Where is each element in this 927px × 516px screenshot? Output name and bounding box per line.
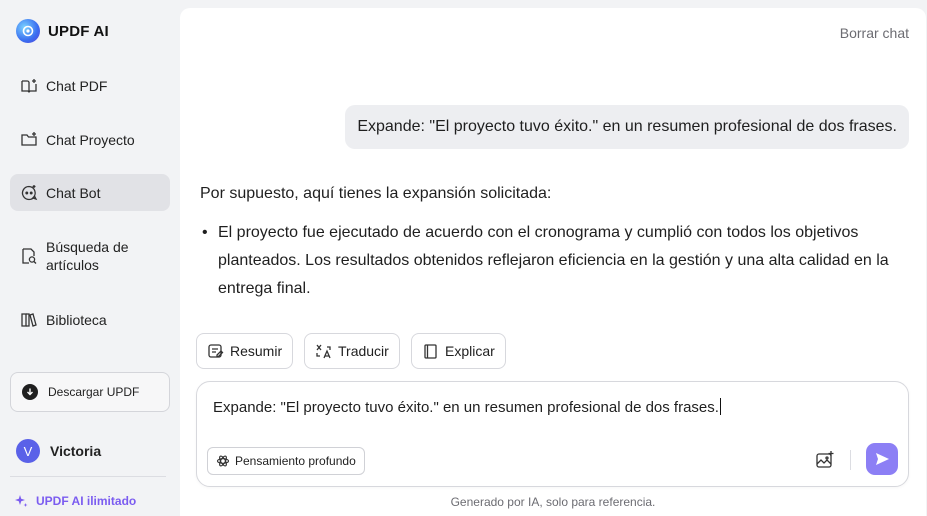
- deep-think-label: Pensamiento profundo: [235, 454, 356, 468]
- book-sparkle-icon: [21, 78, 37, 93]
- sidebar-divider: [10, 476, 166, 477]
- assistant-bullet: El proyecto fue ejecutado de acuerdo con…: [200, 219, 912, 303]
- ai-disclaimer: Generado por IA, solo para referencia.: [450, 495, 656, 509]
- deep-think-toggle[interactable]: Pensamiento profundo: [207, 447, 365, 475]
- updf-ai-logo-icon: [16, 19, 40, 43]
- explicar-button[interactable]: Explicar: [411, 333, 506, 369]
- avatar: V: [16, 439, 40, 463]
- download-icon: [22, 384, 38, 400]
- translate-icon: [316, 344, 331, 358]
- search-document-icon: [22, 248, 37, 264]
- folder-sparkle-icon: [21, 131, 37, 146]
- sidebar-item-label: Búsqueda de artículos: [46, 239, 129, 273]
- sidebar-item-label: Chat Bot: [46, 184, 101, 201]
- resumir-button[interactable]: Resumir: [196, 333, 294, 369]
- sidebar-item-chat-bot[interactable]: Chat Bot: [10, 174, 170, 211]
- summarize-icon: [208, 343, 224, 358]
- text-caret: [719, 398, 721, 415]
- sidebar: UPDF AI Chat PDF Chat Proyecto Chat Bot …: [0, 0, 180, 516]
- library-icon: [21, 312, 37, 327]
- user-account[interactable]: V Victoria: [16, 439, 101, 463]
- image-add-icon: [816, 451, 834, 468]
- user-message-bubble: Expande: "El proyecto tuvo éxito." en un…: [345, 105, 909, 149]
- message-input-value: Expande: "El proyecto tuvo éxito." en un…: [213, 399, 719, 416]
- download-label: Descargar UPDF: [48, 385, 140, 399]
- toolbar-divider: [850, 450, 851, 470]
- scroll-clip: [180, 308, 926, 318]
- send-icon: [876, 453, 889, 465]
- brand-name: UPDF AI: [48, 22, 109, 40]
- atom-icon: [216, 455, 230, 467]
- traducir-button[interactable]: Traducir: [304, 333, 400, 369]
- assistant-intro: Por supuesto, aquí tienes la expansión s…: [200, 185, 552, 202]
- chip-label: Explicar: [445, 343, 495, 359]
- sidebar-item-label: Chat PDF: [46, 77, 108, 94]
- sidebar-item-chat-proyecto[interactable]: Chat Proyecto: [10, 121, 170, 158]
- download-updf-button[interactable]: Descargar UPDF: [10, 372, 170, 412]
- bot-chat-icon: [21, 184, 38, 200]
- sidebar-item-label: Biblioteca: [46, 311, 107, 328]
- message-input[interactable]: Expande: "El proyecto tuvo éxito." en un…: [213, 398, 721, 416]
- send-button[interactable]: [866, 443, 898, 475]
- upgrade-label: UPDF AI ilimitado: [36, 494, 137, 508]
- image-upload-button[interactable]: [814, 449, 836, 471]
- chat-panel: Borrar chat Expande: "El proyecto tuvo é…: [180, 8, 926, 516]
- brand[interactable]: UPDF AI: [16, 19, 109, 43]
- user-name: Victoria: [50, 443, 102, 459]
- sidebar-item-chat-pdf[interactable]: Chat PDF: [10, 67, 170, 104]
- assistant-bullet-list: El proyecto fue ejecutado de acuerdo con…: [200, 219, 912, 303]
- sidebar-item-biblioteca[interactable]: Biblioteca: [10, 301, 170, 338]
- chip-label: Resumir: [230, 343, 283, 359]
- book-icon: [424, 343, 437, 359]
- upgrade-link[interactable]: UPDF AI ilimitado: [14, 494, 136, 508]
- sidebar-item-busqueda-articulos[interactable]: Búsqueda de artículos: [10, 234, 170, 278]
- message-composer[interactable]: Expande: "El proyecto tuvo éxito." en un…: [196, 381, 909, 487]
- sparkle-icon: [15, 495, 28, 507]
- clear-chat-button[interactable]: Borrar chat: [840, 25, 909, 41]
- chip-label: Traducir: [338, 343, 389, 359]
- sidebar-item-label: Chat Proyecto: [46, 131, 135, 148]
